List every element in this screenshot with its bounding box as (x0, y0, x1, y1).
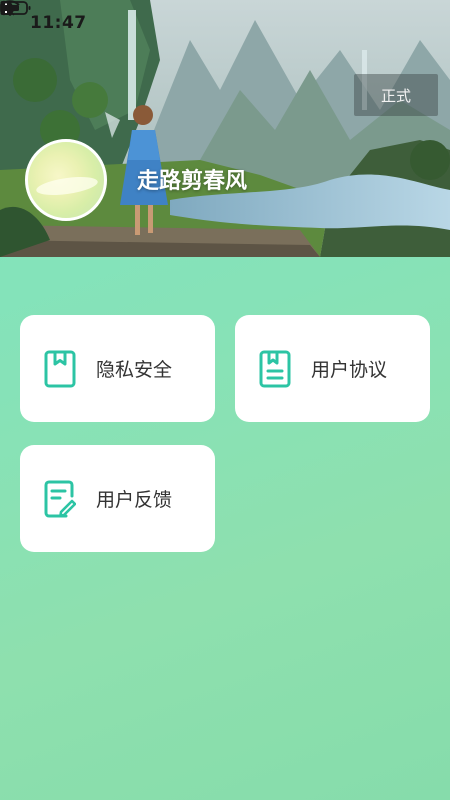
user-agreement-card[interactable]: 用户协议 (235, 315, 430, 422)
username: 走路剪春风 (137, 169, 248, 194)
agreement-document-icon (259, 350, 291, 388)
feedback-edit-icon (44, 480, 76, 518)
environment-badge[interactable]: 正式 (354, 74, 438, 116)
privacy-security-label: 隐私安全 (96, 359, 173, 381)
user-agreement-label: 用户协议 (311, 359, 388, 381)
status-time: 11:47 (30, 13, 87, 33)
user-feedback-label: 用户反馈 (96, 489, 173, 511)
status-bar: 11:47 (0, 0, 450, 46)
header-banner: 11:47 正式 走路剪春风 (0, 0, 450, 257)
privacy-security-card[interactable]: 隐私安全 (20, 315, 215, 422)
bookmark-document-icon (44, 350, 76, 388)
avatar[interactable] (25, 139, 107, 221)
user-feedback-card[interactable]: 用户反馈 (20, 445, 215, 552)
